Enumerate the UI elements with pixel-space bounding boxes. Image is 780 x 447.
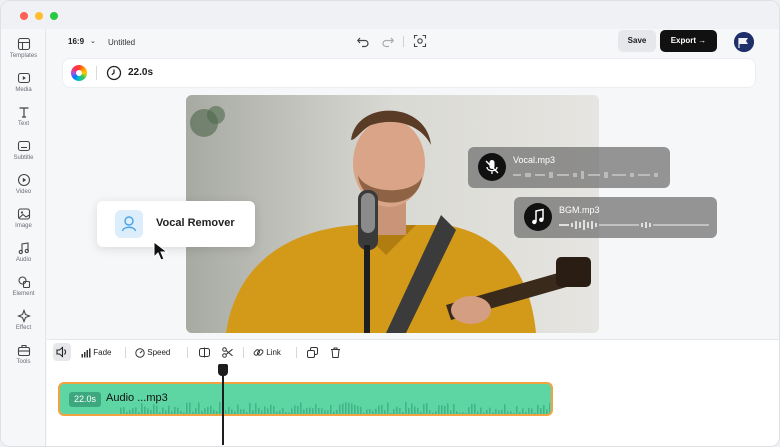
speed-tool[interactable]: Speed <box>135 344 170 361</box>
fade-label: Fade <box>93 348 112 357</box>
clip-name: Audio ...mp3 <box>106 392 168 404</box>
duplicate-tool[interactable] <box>307 344 318 361</box>
trash-icon <box>331 347 340 359</box>
sidebar-item-label: Video <box>15 189 32 195</box>
delete-tool[interactable] <box>330 344 341 361</box>
avatar[interactable] <box>734 32 754 52</box>
sidebar-item-label: Effect <box>15 325 32 331</box>
bgm-track-card[interactable]: BGM.mp3 <box>514 197 717 238</box>
arrow-right-icon: → <box>698 36 707 45</box>
sidebar-item-label: Text <box>17 121 29 127</box>
sidebar-item-label: Tools <box>16 359 31 365</box>
minimize-window-button[interactable] <box>35 12 43 20</box>
app-window: Templates Media Text Subtitle Video Imag… <box>0 0 780 447</box>
sidebar-item-text[interactable]: Text <box>1 105 46 137</box>
speaker-icon <box>56 346 67 358</box>
vocal-remover-user-icon <box>115 210 143 238</box>
divider <box>96 66 97 80</box>
volume-button[interactable] <box>53 343 71 361</box>
vocal-remover-card[interactable]: Vocal Remover <box>97 201 255 247</box>
speed-icon <box>135 348 145 358</box>
speed-label: Speed <box>147 348 171 357</box>
cut-tool[interactable] <box>222 344 233 361</box>
split-icon <box>199 347 210 358</box>
clock-icon <box>106 65 122 81</box>
sidebar-item-element[interactable]: Element <box>1 275 46 307</box>
duplicate-icon <box>307 347 318 359</box>
close-window-button[interactable] <box>20 12 28 20</box>
duration-value[interactable]: 22.0s <box>128 67 153 78</box>
link-icon <box>253 349 264 357</box>
undo-icon[interactable] <box>356 34 370 48</box>
fade-icon <box>81 348 91 358</box>
audio-clip[interactable]: 22.0s Audio ...mp3 <box>58 382 553 416</box>
aspect-ratio-select[interactable]: 16:9 <box>68 37 84 46</box>
sidebar: Templates Media Text Subtitle Video Imag… <box>1 29 46 446</box>
music-note-icon <box>524 203 552 231</box>
templates-icon <box>17 37 30 51</box>
sidebar-item-media[interactable]: Media <box>1 71 46 103</box>
media-icon <box>17 72 30 84</box>
save-button[interactable]: Save <box>618 30 656 52</box>
sidebar-item-label: Audio <box>15 257 32 263</box>
divider <box>296 347 297 358</box>
maximize-window-button[interactable] <box>50 12 58 20</box>
divider <box>243 347 244 358</box>
sidebar-item-label: Templates <box>9 53 38 59</box>
properties-bar: 22.0s <box>63 59 755 87</box>
chevron-down-icon[interactable]: ⌄ <box>90 37 96 45</box>
sidebar-item-label: Subtitle <box>13 155 34 161</box>
tools-icon <box>17 344 30 357</box>
sidebar-item-label: Image <box>15 223 32 229</box>
audio-icon <box>18 242 29 255</box>
bgm-waveform <box>559 220 709 230</box>
vocal-remover-label: Vocal Remover <box>156 217 235 229</box>
mouse-cursor-icon <box>153 241 169 261</box>
sidebar-item-subtitle[interactable]: Subtitle <box>1 139 46 171</box>
mic-off-icon <box>478 153 506 181</box>
divider <box>403 36 404 47</box>
divider <box>125 347 126 358</box>
link-tool[interactable]: Link <box>253 344 281 361</box>
fade-tool[interactable]: Fade <box>81 344 111 361</box>
fit-screen-icon[interactable] <box>413 34 427 48</box>
clip-duration-badge: 22.0s <box>69 392 101 407</box>
track-name: BGM.mp3 <box>559 205 600 215</box>
image-icon <box>17 208 30 220</box>
split-tool[interactable] <box>199 344 210 361</box>
sidebar-item-tools[interactable]: Tools <box>1 343 46 375</box>
color-picker-icon[interactable] <box>71 65 87 81</box>
vocal-waveform <box>513 171 658 179</box>
playhead-overlay <box>222 365 224 445</box>
export-button[interactable]: Export → <box>660 30 717 52</box>
effect-icon <box>16 309 31 323</box>
divider <box>187 347 188 358</box>
element-icon <box>17 276 30 289</box>
redo-icon[interactable] <box>381 34 395 48</box>
sidebar-item-label: Element <box>12 291 35 297</box>
vocal-track-card[interactable]: Vocal.mp3 <box>468 147 670 188</box>
top-toolbar: 16:9 ⌄ Untitled Save Export → <box>46 29 779 57</box>
subtitle-icon <box>17 140 30 152</box>
sidebar-item-audio[interactable]: Audio <box>1 241 46 273</box>
link-label: Link <box>266 348 281 357</box>
sidebar-item-image[interactable]: Image <box>1 207 46 239</box>
export-label: Export <box>670 36 697 45</box>
project-title[interactable]: Untitled <box>108 38 135 47</box>
sidebar-item-video[interactable]: Video <box>1 173 46 205</box>
scissors-icon <box>222 347 233 359</box>
video-icon <box>17 173 30 187</box>
sidebar-item-label: Media <box>15 87 32 93</box>
audio-waveform <box>120 402 550 414</box>
title-bar <box>1 1 779 29</box>
sidebar-item-templates[interactable]: Templates <box>1 37 46 69</box>
text-icon <box>19 107 28 118</box>
sidebar-item-effect[interactable]: Effect <box>1 309 46 341</box>
track-name: Vocal.mp3 <box>513 155 556 165</box>
